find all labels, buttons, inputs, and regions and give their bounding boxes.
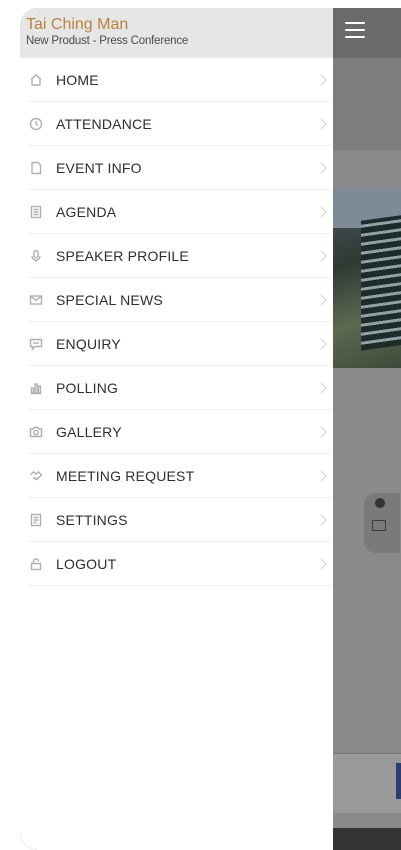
hamburger-menu-icon[interactable] — [345, 22, 365, 38]
menu-item-logout[interactable]: LOGOUT — [20, 542, 333, 586]
menu-item-attendance[interactable]: ATTENDANCE — [20, 102, 333, 146]
menu-item-label: SPECIAL NEWS — [56, 292, 163, 308]
document-icon — [28, 160, 44, 176]
chevron-right-icon — [315, 514, 327, 526]
menu-item-label: LOGOUT — [56, 556, 117, 572]
menu-item-label: AGENDA — [56, 204, 117, 220]
menu-item-label: POLLING — [56, 380, 119, 396]
alert-icon[interactable] — [375, 498, 385, 508]
menu-item-polling[interactable]: POLLING — [20, 366, 333, 410]
chat-icon — [28, 336, 44, 352]
menu-item-event-info[interactable]: EVENT INFO — [20, 146, 333, 190]
menu-item-label: ENQUIRY — [56, 336, 121, 352]
background-title-band — [333, 58, 401, 150]
lock-icon — [28, 556, 44, 572]
chevron-right-icon — [315, 162, 327, 174]
chevron-right-icon — [315, 206, 327, 218]
bar-chart-icon — [28, 380, 44, 396]
agenda-icon — [28, 204, 44, 220]
venue-photo — [333, 188, 401, 368]
menu-item-home[interactable]: HOME — [20, 58, 333, 102]
chevron-right-icon — [315, 250, 327, 262]
menu-item-label: MEETING REQUEST — [56, 468, 195, 484]
drawer-header: Tai Ching Man New Produst - Press Confer… — [20, 8, 333, 58]
chevron-right-icon — [315, 294, 327, 306]
microphone-icon — [28, 248, 44, 264]
menu-item-settings[interactable]: SETTINGS — [20, 498, 333, 542]
handshake-icon — [28, 468, 44, 484]
chevron-right-icon — [315, 338, 327, 350]
menu-item-label: HOME — [56, 72, 99, 88]
menu-item-label: EVENT INFO — [56, 160, 142, 176]
chevron-right-icon — [315, 470, 327, 482]
navigation-drawer: Tai Ching Man New Produst - Press Confer… — [20, 8, 333, 850]
menu-item-agenda[interactable]: AGENDA — [20, 190, 333, 234]
menu-item-speaker-profile[interactable]: SPEAKER PROFILE — [20, 234, 333, 278]
mail-icon[interactable] — [372, 520, 386, 531]
menu-item-meeting-request[interactable]: MEETING REQUEST — [20, 454, 333, 498]
mail-icon — [28, 292, 44, 308]
phone-screen: Tai Ching Man New Produst - Press Confer… — [20, 8, 401, 850]
event-name: New Produst - Press Conference — [26, 35, 189, 47]
menu-item-label: SETTINGS — [56, 512, 128, 528]
settings-icon — [28, 512, 44, 528]
chevron-right-icon — [315, 74, 327, 86]
background-bottom-bar — [333, 753, 401, 813]
menu-item-label: SPEAKER PROFILE — [56, 248, 189, 264]
menu-item-special-news[interactable]: SPECIAL NEWS — [20, 278, 333, 322]
background-action-button[interactable] — [396, 763, 401, 799]
clock-icon — [28, 116, 44, 132]
background-footer-logo — [333, 828, 401, 850]
background-app-header — [333, 8, 401, 58]
menu-item-gallery[interactable]: GALLERY — [20, 410, 333, 454]
drawer-menu: HOME ATTENDANCE EVENT INFO AGENDA SPEAKE — [20, 58, 333, 586]
chevron-right-icon — [315, 426, 327, 438]
menu-item-label: GALLERY — [56, 424, 122, 440]
chevron-right-icon — [315, 558, 327, 570]
home-icon — [28, 72, 44, 88]
menu-item-label: ATTENDANCE — [56, 116, 152, 132]
user-name: Tai Ching Man — [26, 16, 129, 33]
chevron-right-icon — [315, 382, 327, 394]
camera-icon — [28, 424, 44, 440]
menu-item-enquiry[interactable]: ENQUIRY — [20, 322, 333, 366]
chevron-right-icon — [315, 118, 327, 130]
